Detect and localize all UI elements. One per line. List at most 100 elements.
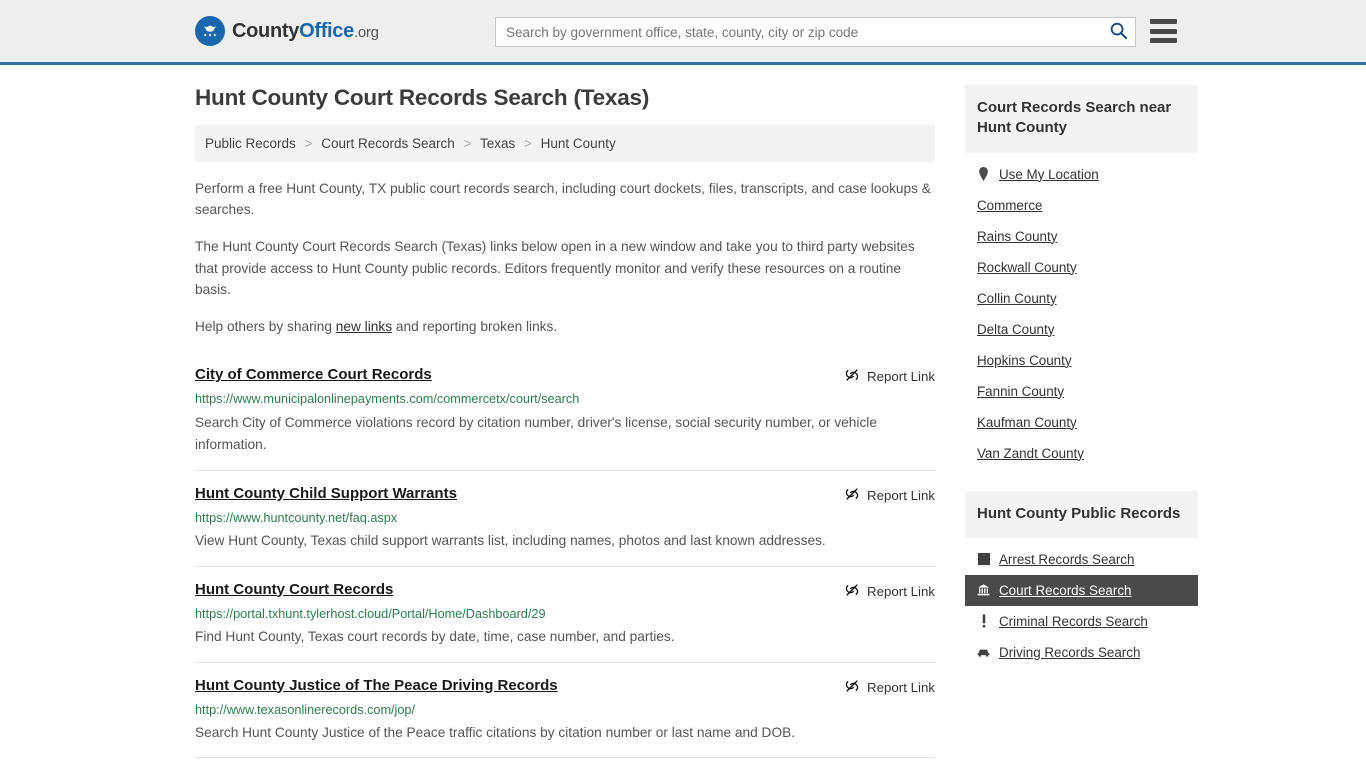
breadcrumb-item-hunt-county: Hunt County [540, 136, 616, 151]
sidebar-item-commerce[interactable]: Commerce [965, 190, 1198, 221]
sidebar-item-criminal-records-search[interactable]: Criminal Records Search [965, 606, 1198, 637]
site-header: CountyOffice.org [0, 0, 1366, 65]
sidebar-nearby-list: Use My Location Commerce Rains County Ro… [965, 153, 1198, 469]
sidebar-link[interactable]: Delta County [977, 322, 1054, 337]
sidebar-item-hopkins-county[interactable]: Hopkins County [965, 345, 1198, 376]
result-description: Search Hunt County Justice of the Peace … [195, 725, 796, 741]
intro-paragraph-2: The Hunt County Court Records Search (Te… [195, 239, 915, 297]
result-title-link[interactable]: City of Commerce Court Records [195, 366, 432, 384]
sidebar-public-records-box: Hunt County Public Records Arrest Record… [965, 490, 1198, 668]
sidebar-link[interactable]: Fannin County [977, 384, 1064, 399]
result-title-link[interactable]: Hunt County Court Records [195, 581, 393, 599]
search-button[interactable] [1101, 18, 1135, 46]
hamburger-menu-icon[interactable] [1150, 19, 1177, 43]
report-link-button[interactable]: Report Link [844, 582, 935, 601]
report-link-button[interactable]: Report Link [844, 486, 935, 505]
sidebar-link[interactable]: Use My Location [999, 167, 1099, 182]
sidebar-link[interactable]: Rains County [977, 229, 1057, 244]
result-item: City of Commerce Court Records Report Li… [195, 354, 935, 469]
sidebar-public-records-list: Arrest Records Search Court Records Sear… [965, 538, 1198, 668]
sidebar-link[interactable]: Criminal Records Search [999, 614, 1148, 629]
map-pin-icon [977, 167, 990, 181]
eagle-seal-icon [195, 16, 225, 46]
sidebar-item-court-records-search[interactable]: Court Records Search [965, 574, 1198, 606]
breadcrumb: Public Records > Court Records Search > … [195, 125, 935, 162]
sidebar-nearby-heading: Court Records Search near Hunt County [965, 85, 1198, 153]
sidebar-link[interactable]: Rockwall County [977, 260, 1077, 275]
result-title-link[interactable]: Hunt County Justice of The Peace Driving… [195, 677, 558, 695]
result-description: Search City of Commerce violations recor… [195, 415, 877, 453]
report-link-label: Report Link [867, 369, 935, 385]
breadcrumb-item-court-records-search[interactable]: Court Records Search [321, 136, 455, 151]
sidebar-link[interactable]: Van Zandt County [977, 446, 1084, 461]
sidebar-nearby-box: Court Records Search near Hunt County Us… [965, 85, 1198, 469]
page-title: Hunt County Court Records Search (Texas) [195, 85, 650, 110]
sidebar-link[interactable]: Court Records Search [999, 583, 1131, 598]
breadcrumb-separator: > [524, 136, 532, 151]
result-description: Find Hunt County, Texas court records by… [195, 629, 675, 645]
result-url-link[interactable]: https://www.huntcounty.net/faq.aspx [195, 510, 935, 528]
breadcrumb-item-public-records[interactable]: Public Records [205, 136, 296, 151]
sidebar-item-van-zandt-county[interactable]: Van Zandt County [965, 438, 1198, 469]
breadcrumb-separator: > [463, 136, 472, 151]
sidebar-item-arrest-records-search[interactable]: Arrest Records Search [965, 544, 1198, 575]
logo-text-org: .org [353, 23, 379, 41]
result-url-link[interactable]: http://www.texasonlinerecords.com/jop/ [195, 702, 935, 720]
result-item: Hunt County Child Support Warrants Repor… [195, 469, 935, 566]
intro-paragraph-3: Help others by sharing new links and rep… [195, 316, 935, 337]
logo-text-county: County [232, 19, 300, 42]
breadcrumb-item-texas[interactable]: Texas [480, 136, 515, 151]
report-link-label: Report Link [867, 679, 935, 695]
sidebar-public-records-heading: Hunt County Public Records [965, 490, 1198, 538]
site-logo[interactable]: CountyOffice.org [195, 16, 379, 46]
sidebar-link[interactable]: Collin County [977, 291, 1057, 306]
sidebar-link[interactable]: Kaufman County [977, 415, 1077, 430]
result-header: Hunt County Justice of The Peace Driving… [195, 677, 935, 697]
sidebar-item-rains-county[interactable]: Rains County [965, 221, 1198, 252]
hamburger-bar [1150, 38, 1177, 43]
result-header: City of Commerce Court Records Report Li… [195, 366, 935, 386]
car-icon [977, 645, 990, 659]
result-url-link[interactable]: https://portal.txhunt.tylerhost.cloud/Po… [195, 606, 935, 624]
logo-text-office: Office [299, 19, 354, 42]
search-icon [1109, 21, 1128, 43]
courthouse-icon [977, 583, 990, 597]
sidebar-item-driving-records-search[interactable]: Driving Records Search [965, 637, 1198, 668]
sidebar-item-use-my-location[interactable]: Use My Location [965, 159, 1198, 190]
intro-p3-before: Help others by sharing [195, 319, 336, 335]
report-link-button[interactable]: Report Link [844, 367, 935, 386]
sidebar-item-kaufman-county[interactable]: Kaufman County [965, 407, 1198, 438]
main-column: Hunt County Court Records Search (Texas)… [195, 85, 935, 759]
page-body: Hunt County Court Records Search (Texas)… [0, 65, 1366, 759]
broken-link-icon [844, 678, 860, 697]
broken-link-icon [844, 367, 860, 386]
sidebar-item-fannin-county[interactable]: Fannin County [965, 376, 1198, 407]
result-item: Hunt County Justice of The Peace Driving… [195, 661, 935, 758]
sidebar-item-rockwall-county[interactable]: Rockwall County [965, 252, 1198, 283]
hamburger-bar [1150, 19, 1177, 24]
result-header: Hunt County Court Records Report Link [195, 581, 935, 601]
sidebar-item-collin-county[interactable]: Collin County [965, 283, 1198, 314]
exclamation-icon [977, 614, 990, 628]
new-links-link[interactable]: new links [336, 319, 392, 334]
square-icon [977, 552, 990, 566]
sidebar-link[interactable]: Driving Records Search [999, 645, 1140, 660]
hamburger-bar [1150, 28, 1177, 34]
result-item: Hunt County Court Records Report Link ht… [195, 565, 935, 662]
sidebar-item-delta-county[interactable]: Delta County [965, 314, 1198, 345]
search-bar [495, 17, 1136, 47]
report-link-button[interactable]: Report Link [844, 678, 935, 697]
sidebar-link[interactable]: Commerce [977, 198, 1042, 213]
intro-paragraph-1: Perform a free Hunt County, TX public co… [195, 181, 931, 218]
sidebar-link[interactable]: Hopkins County [977, 353, 1072, 368]
broken-link-icon [844, 582, 860, 601]
logo-text: CountyOffice.org [232, 20, 379, 43]
result-url-link[interactable]: https://www.municipalonlinepayments.com/… [195, 391, 935, 409]
breadcrumb-separator: > [304, 136, 313, 151]
search-input[interactable] [496, 24, 1101, 40]
broken-link-icon [844, 486, 860, 505]
sidebar-link[interactable]: Arrest Records Search [999, 552, 1134, 567]
result-description: View Hunt County, Texas child support wa… [195, 533, 826, 549]
report-link-label: Report Link [867, 583, 935, 599]
result-title-link[interactable]: Hunt County Child Support Warrants [195, 485, 457, 503]
